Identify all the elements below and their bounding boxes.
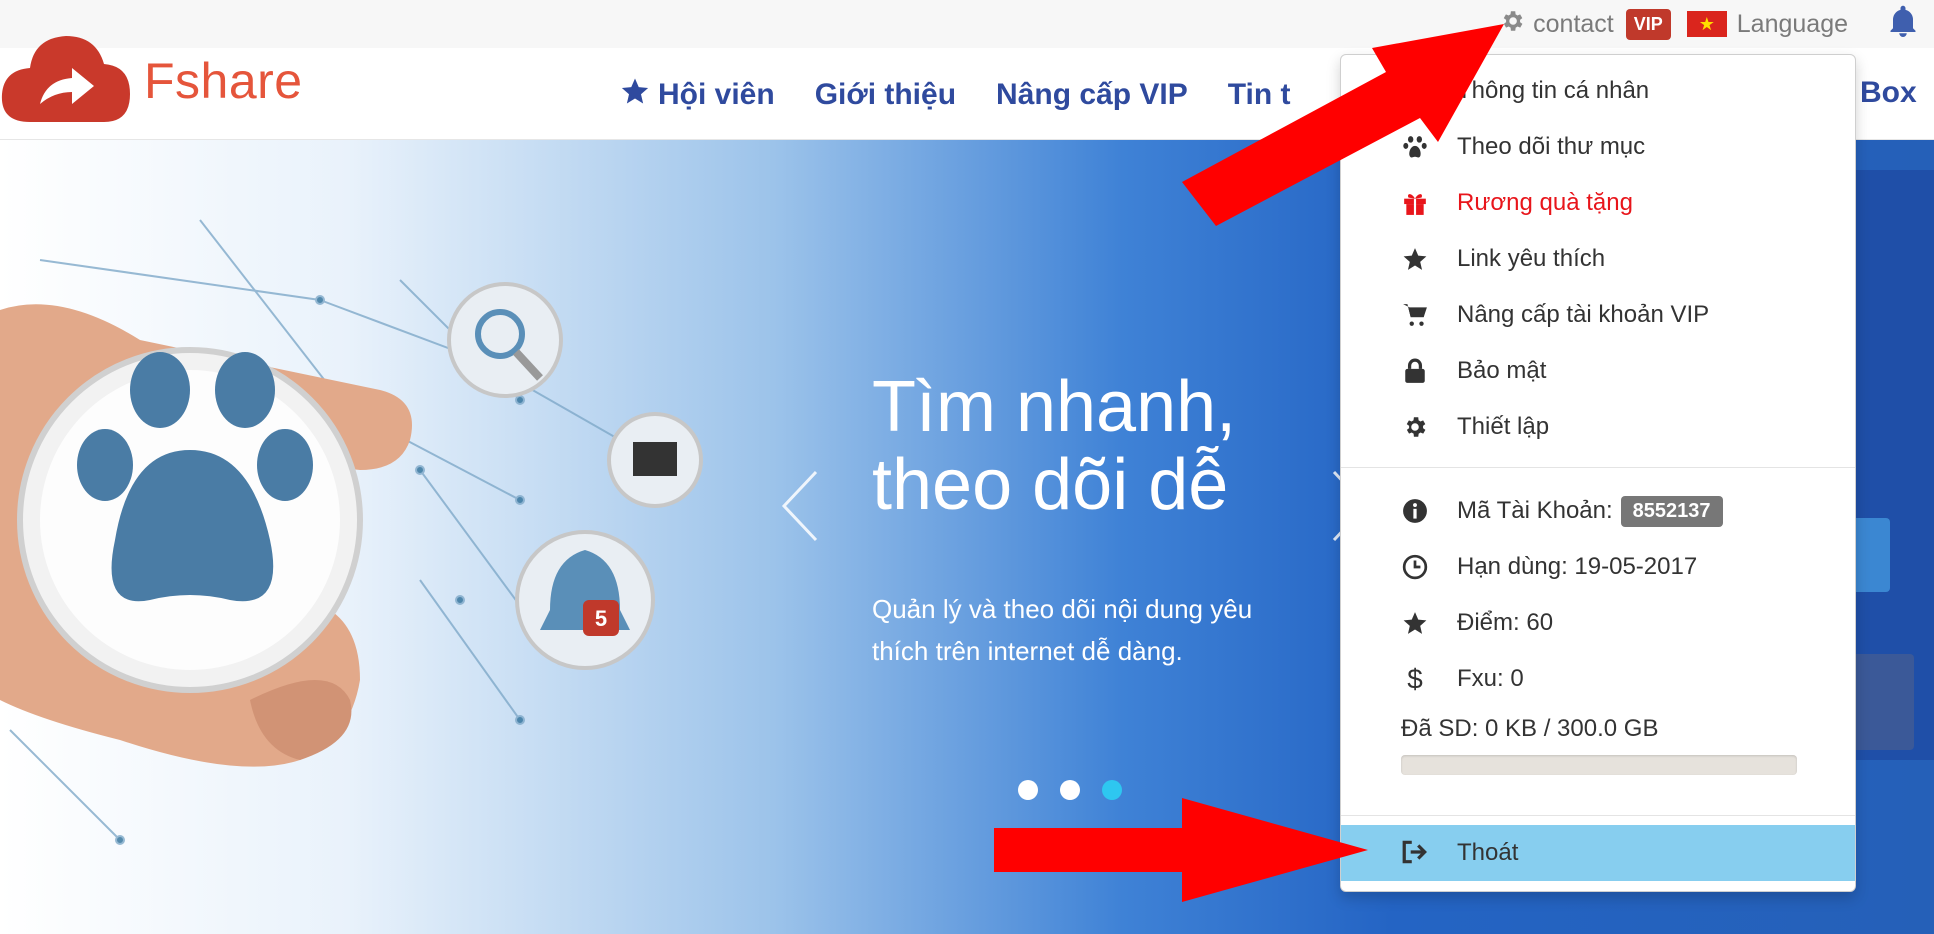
lock-icon <box>1401 357 1429 385</box>
clock-icon <box>1401 553 1429 581</box>
contact-link[interactable]: contact <box>1499 8 1614 41</box>
chevron-left-icon <box>780 470 820 546</box>
vip-badge: VIP <box>1625 8 1671 40</box>
menu-divider <box>1341 467 1855 468</box>
svg-text:$: $ <box>1407 664 1423 694</box>
contact-label: contact <box>1533 9 1614 38</box>
slide-title-line-2: theo dõi dễ <box>872 445 1229 525</box>
dollar-icon: $ <box>1401 664 1429 694</box>
storage-usage-label: Đã SD: 0 KB / 300.0 GB <box>1401 715 1659 742</box>
annotation-arrow-logout <box>994 798 1368 902</box>
flag-star: ★ <box>1698 14 1715 34</box>
logout-label: Thoát <box>1457 839 1519 866</box>
cloud-upload-icon <box>0 30 132 131</box>
expiry-row-label: Hạn dùng: 19-05-2017 <box>1457 553 1698 580</box>
nav-label: Hội viên <box>658 78 775 111</box>
star-icon <box>620 76 650 114</box>
vietnam-flag-icon: ★ <box>1686 11 1727 37</box>
logo-text: Fshare <box>144 52 303 109</box>
storage-usage-bar <box>1401 755 1797 775</box>
slide-title: Tìm nhanh, theo dõi dễ <box>872 368 1236 524</box>
fshare-logo[interactable]: Fshare <box>0 30 303 131</box>
gear-icon <box>1401 413 1429 441</box>
bell-icon <box>1888 5 1918 44</box>
notification-bell-button[interactable] <box>1888 5 1918 44</box>
account-id-row-label: Mã Tài Khoản: <box>1457 497 1613 524</box>
star-icon <box>1401 609 1429 637</box>
fxu-row: $ Fxu: 0 <box>1341 651 1855 707</box>
points-row: Điểm: 60 <box>1341 595 1855 651</box>
slider-dot[interactable] <box>1018 780 1038 800</box>
hero-illustration: 5 <box>0 219 703 845</box>
language-selector[interactable]: ★ Language <box>1686 9 1848 39</box>
nav-item-gioi-thieu[interactable]: Giới thiệu <box>815 76 956 114</box>
slide-title-line-1: Tìm nhanh, <box>872 367 1237 447</box>
annotation-arrow-contact <box>1182 24 1504 226</box>
logout-button[interactable]: Thoát <box>1341 825 1855 881</box>
menu-item-upgrade-vip[interactable]: Nâng cấp tài khoản VIP <box>1341 287 1855 343</box>
menu-item-security-label: Bảo mật <box>1457 357 1547 384</box>
menu-item-security[interactable]: Bảo mật <box>1341 343 1855 399</box>
slider-dot[interactable] <box>1060 780 1080 800</box>
nav-label: Giới thiệu <box>814 78 957 111</box>
nav-label: Nâng cấp VIP <box>996 78 1188 111</box>
slider-dot-active[interactable] <box>1102 780 1122 800</box>
svg-text:5: 5 <box>595 606 607 631</box>
nav-item-hoi-vien[interactable]: Hội viên <box>620 76 775 114</box>
nav-item-nang-cap-vip[interactable]: Nâng cấp VIP <box>996 76 1188 114</box>
menu-item-upgrade-vip-label: Nâng cấp tài khoản VIP <box>1457 301 1710 328</box>
slider-dots <box>1018 780 1122 800</box>
nav-item-box[interactable]: Box <box>1860 76 1917 110</box>
slider-prev-button[interactable] <box>780 470 820 547</box>
menu-item-settings-label: Thiết lập <box>1457 413 1550 440</box>
points-row-label: Điểm: 60 <box>1457 609 1554 636</box>
menu-item-favorite-links[interactable]: Link yêu thích <box>1341 231 1855 287</box>
account-id-row: Mã Tài Khoản: 8552137 <box>1341 483 1855 539</box>
language-label: Language <box>1736 9 1848 38</box>
star-icon <box>1401 245 1429 273</box>
info-icon <box>1401 497 1429 525</box>
logout-icon <box>1401 839 1429 872</box>
fxu-row-label: Fxu: 0 <box>1457 665 1524 692</box>
cart-icon <box>1401 301 1429 329</box>
slide-description: Quản lý và theo dõi nội dung yêu thích t… <box>872 594 1253 666</box>
menu-divider <box>1341 815 1855 816</box>
menu-item-favorite-links-label: Link yêu thích <box>1457 245 1606 272</box>
expiry-row: Hạn dùng: 19-05-2017 <box>1341 539 1855 595</box>
menu-item-settings[interactable]: Thiết lập <box>1341 399 1855 455</box>
top-bar-right: contact VIP ★ Language <box>1499 0 1934 48</box>
account-id-badge: 8552137 <box>1620 495 1723 527</box>
